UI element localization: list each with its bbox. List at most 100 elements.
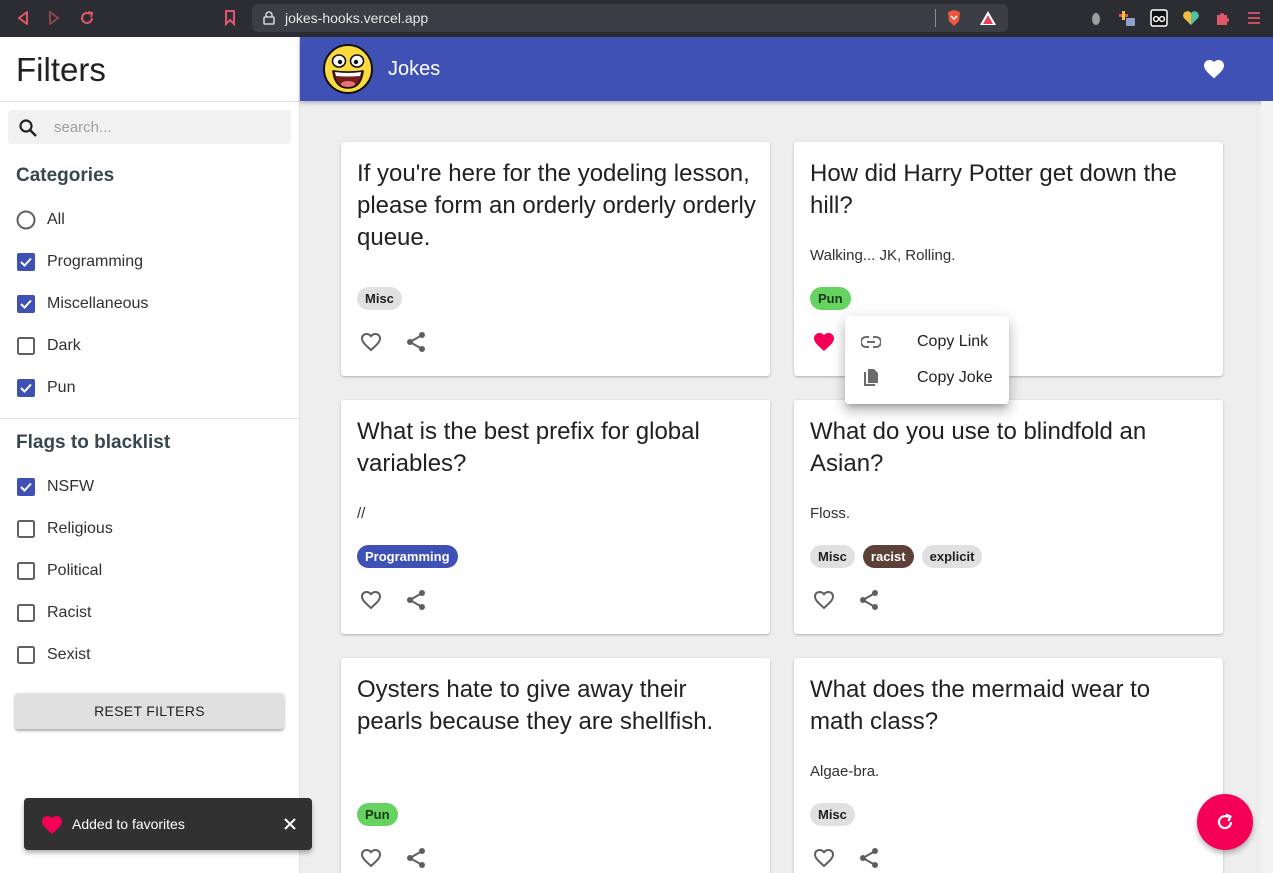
tag-chip: Pun [810,287,851,310]
joke-tags: Misc racist explicit [810,545,983,568]
share-icon[interactable] [404,330,428,354]
heart-outline-icon[interactable] [812,588,836,612]
categories-title: Categories [16,165,115,186]
joke-card: What does the mermaid wear to math class… [794,658,1223,873]
bookmark-icon[interactable] [221,9,239,27]
flag-nsfw[interactable]: NSFW [16,475,276,499]
checkbox-unchecked-icon[interactable] [16,336,36,356]
snackbar-message: Added to favorites [72,816,185,832]
checkbox-checked-icon[interactable] [16,378,36,398]
reload-icon[interactable] [78,9,96,27]
search-input[interactable] [54,114,279,140]
search-box[interactable] [8,110,291,144]
flag-religious[interactable]: Religious [16,517,276,541]
app-bar: Jokes [300,37,1273,101]
category-pun[interactable]: Pun [16,376,276,400]
brave-shield-icon[interactable] [946,9,962,27]
lock-icon [263,11,275,25]
joke-setup: How did Harry Potter get down the hill? [810,160,1177,219]
tag-chip: racist [862,545,914,568]
checkbox-checked-icon[interactable] [16,252,36,272]
reset-filters-button[interactable]: RESET FILTERS [15,693,284,729]
laughing-face-logo-icon [323,44,373,94]
scrollbar-track[interactable] [1261,101,1273,873]
favorites-heart-icon[interactable] [1202,57,1226,81]
heart-outline-icon[interactable] [359,588,383,612]
share-menu: Copy Link Copy Joke [845,316,1009,404]
browser-toolbar: jokes-hooks.vercel.app [0,0,1273,37]
flag-label: Sexist [47,646,91,663]
category-dark[interactable]: Dark [16,334,276,358]
flag-label: Political [47,562,103,579]
joke-setup: What does the mermaid wear to math class… [810,676,1151,735]
extension-eyes-icon[interactable] [1150,9,1168,27]
heart-outline-icon[interactable] [359,846,383,870]
share-icon[interactable] [857,846,881,870]
menu-item-copy-joke[interactable]: Copy Joke [845,360,1009,396]
heart-outline-icon[interactable] [359,330,383,354]
heart-filled-icon[interactable] [812,330,836,354]
radio-unchecked-icon[interactable] [16,210,36,230]
extensions-icon[interactable] [1214,9,1232,27]
filters-title: Filters [16,51,106,88]
checkbox-unchecked-icon[interactable] [16,561,36,581]
share-icon[interactable] [404,588,428,612]
joke-card: What is the best prefix for global varia… [341,400,770,634]
back-icon[interactable] [14,9,32,27]
checkbox-checked-icon[interactable] [16,477,36,497]
joke-card: What do you use to blindfold an Asian? F… [794,400,1223,634]
heart-filled-icon [42,816,62,834]
refresh-jokes-button[interactable] [1197,794,1253,850]
joke-tags: Misc [357,287,402,310]
category-miscellaneous[interactable]: Miscellaneous [16,292,276,316]
joke-delivery: Walking... JK, Rolling. [810,247,956,264]
joke-card: If you're here for the yodeling lesson, … [341,142,770,376]
joke-delivery: // [357,505,366,522]
extension-grey-icon[interactable] [1087,9,1105,27]
flag-political[interactable]: Political [16,559,276,583]
joke-card: Oysters hate to give away their pearls b… [341,658,770,873]
snackbar: Added to favorites [24,798,312,850]
flag-racist[interactable]: Racist [16,601,276,625]
menu-item-copy-link[interactable]: Copy Link [845,324,1009,360]
joke-actions [359,588,428,612]
heart-outline-icon[interactable] [812,846,836,870]
tag-chip: Misc [810,803,855,826]
divider [0,418,299,419]
joke-tags: Programming [357,545,458,568]
joke-delivery: Floss. [810,505,851,522]
checkbox-unchecked-icon[interactable] [16,603,36,623]
joke-tags: Pun [357,803,398,826]
category-label: Programming [47,253,144,270]
tag-chip: explicit [921,545,983,568]
checkbox-unchecked-icon[interactable] [16,519,36,539]
forward-icon[interactable] [45,9,63,27]
copy-icon [861,366,881,390]
flag-sexist[interactable]: Sexist [16,643,276,667]
divider [0,101,299,102]
joke-actions [359,330,428,354]
extension-heart-icon[interactable] [1182,9,1200,27]
address-bar[interactable]: jokes-hooks.vercel.app [252,4,1008,32]
menu-icon[interactable] [1245,9,1263,27]
tag-chip: Misc [810,545,855,568]
extension-puzzle-color-icon[interactable] [1118,9,1136,27]
category-all[interactable]: All [16,208,276,232]
url-text: jokes-hooks.vercel.app [285,10,429,26]
joke-tags: Misc [810,803,855,826]
tag-chip: Pun [357,803,398,826]
url-separator [935,9,936,27]
checkbox-unchecked-icon[interactable] [16,645,36,665]
share-icon[interactable] [404,846,428,870]
share-icon[interactable] [857,588,881,612]
menu-item-label: Copy Link [917,333,989,350]
category-programming[interactable]: Programming [16,250,276,274]
checkbox-checked-icon[interactable] [16,294,36,314]
flag-label: Racist [47,604,92,621]
close-icon[interactable] [280,814,300,834]
brave-rewards-icon[interactable] [979,10,997,26]
category-label: Pun [47,379,76,396]
link-icon [861,330,881,354]
joke-tags: Pun [810,287,851,310]
filters-sidebar: Filters Categories All Programming Misce… [0,37,300,873]
